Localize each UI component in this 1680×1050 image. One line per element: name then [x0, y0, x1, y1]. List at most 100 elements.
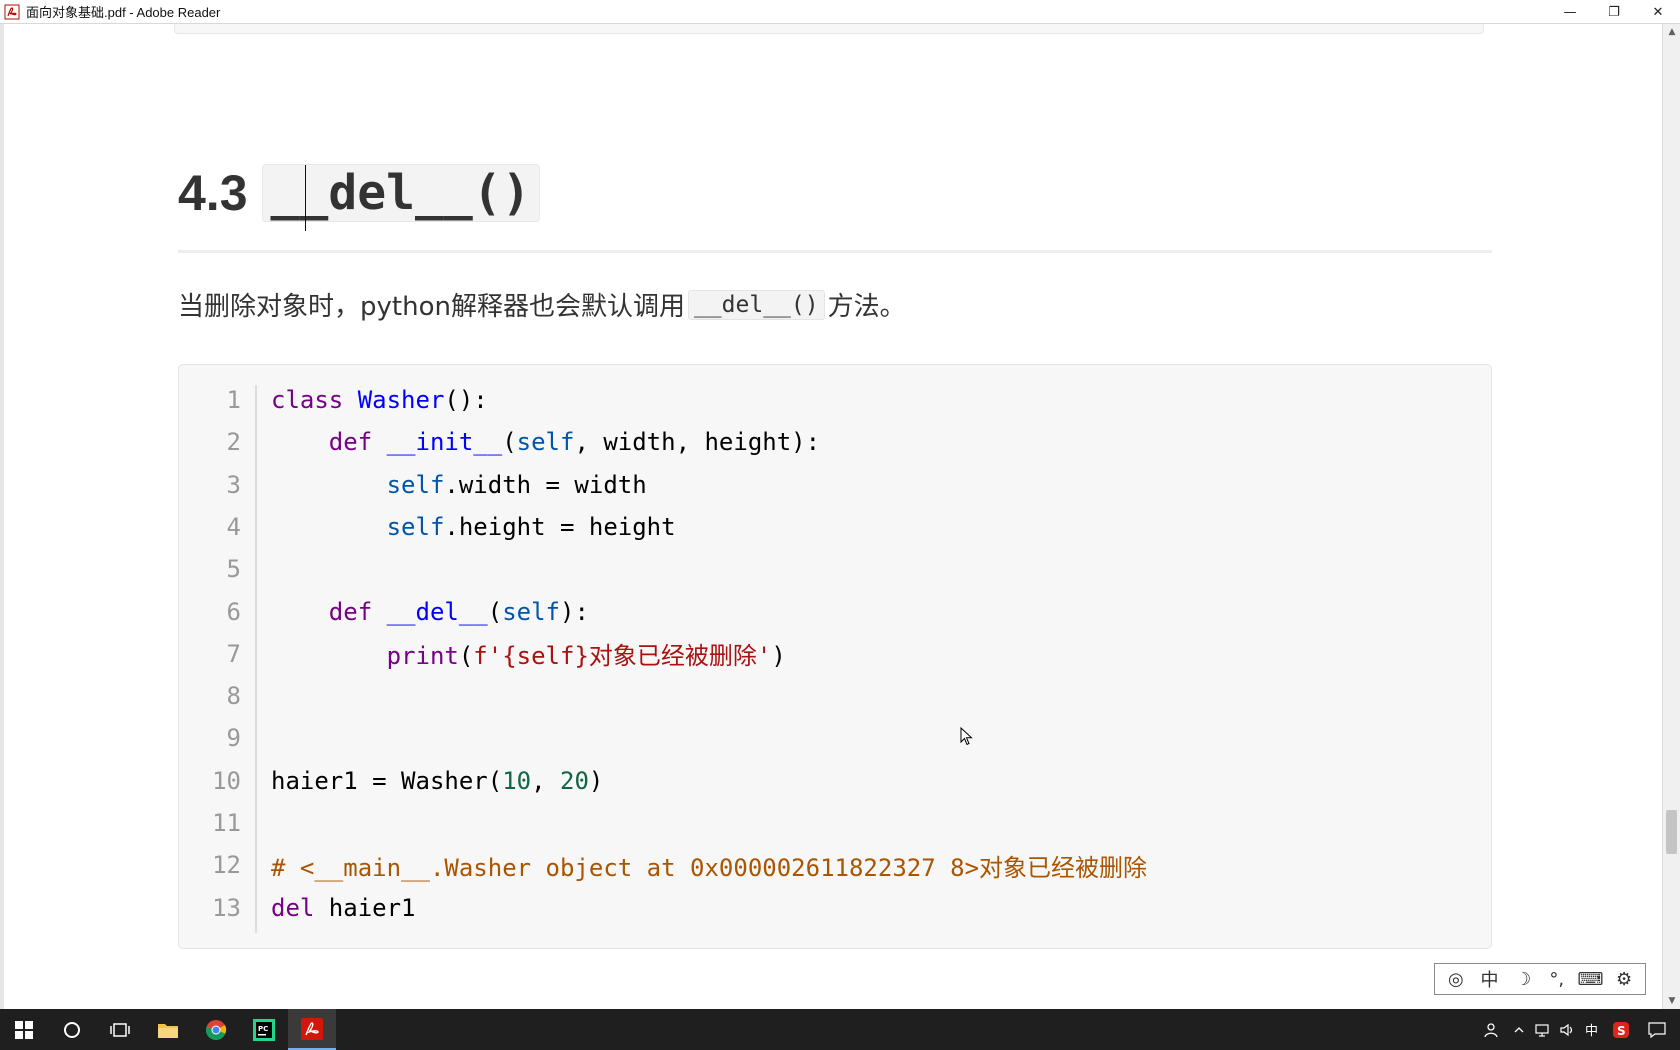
code-token: haier1 [328, 893, 416, 922]
ime-toolbar[interactable]: ◎ 中 ☽ °, ⌨ ⚙ [1434, 963, 1646, 995]
paragraph-text-before: 当删除对象时，python解释器也会默认调用 [178, 292, 685, 322]
line-number: 12 [212, 851, 241, 880]
people-icon[interactable] [1483, 1022, 1499, 1038]
minimize-button[interactable]: — [1548, 0, 1592, 24]
code-token: .height = height [444, 512, 676, 541]
taskbar-adobe-reader[interactable] [288, 1009, 336, 1050]
code-token: Washer [357, 386, 445, 414]
document-viewport[interactable]: 4.3 __del__() 当删除对象时，python解释器也会默认调用 __d… [0, 24, 1662, 1009]
code-token: ( [487, 597, 503, 626]
title-bar: 面向对象基础.pdf - Adobe Reader — ❐ ✕ [0, 0, 1680, 24]
ime-settings-icon[interactable]: ⚙ [1611, 969, 1637, 990]
code-line: 12 # <__main__.Washer object at 0x0000026… [179, 844, 1147, 886]
start-button[interactable] [0, 1009, 48, 1050]
code-token: del [271, 893, 329, 922]
heading-divider [178, 250, 1492, 253]
code-line: 11 [179, 802, 271, 844]
code-line: 13 del haier1 [179, 887, 416, 929]
code-text: # <__main__.Washer object at 0x000002611… [271, 848, 1147, 883]
code-token: __init__ [386, 428, 503, 457]
scrollbar-thumb[interactable] [1666, 810, 1677, 854]
sogou-icon[interactable]: S [1612, 1021, 1630, 1039]
section-number: 4.3 [178, 165, 248, 221]
taskbar-pycharm[interactable]: PC [240, 1009, 288, 1050]
code-token: ( [458, 642, 474, 671]
code-text: print(f'{self}对象已经被删除') [271, 636, 786, 671]
ime-moon-icon[interactable]: ☽ [1510, 969, 1536, 990]
volume-icon[interactable] [1559, 1023, 1575, 1037]
line-number: 1 [226, 386, 241, 414]
folder-icon [158, 1023, 178, 1038]
system-tray: 中 S [1475, 1009, 1680, 1050]
code-token: print [386, 642, 459, 671]
line-number: 5 [226, 555, 241, 584]
ime-logo-icon[interactable]: ◎ [1443, 969, 1469, 990]
line-number: 8 [226, 682, 241, 711]
code-token: 20 [560, 766, 589, 795]
scroll-up-icon[interactable]: ▲ [1663, 24, 1680, 40]
task-view-button[interactable] [96, 1009, 144, 1050]
code-line: 5 [179, 548, 271, 590]
code-text: del haier1 [271, 894, 416, 922]
code-block: 1 class Washer(): 2 def __init__(self, wid… [178, 364, 1492, 949]
ime-punctuation-icon[interactable]: °, [1544, 969, 1570, 990]
adobe-reader-icon [4, 4, 20, 19]
taskbar-chrome[interactable] [192, 1009, 240, 1050]
tray-ime-indicator[interactable]: 中 [1585, 1020, 1598, 1039]
code-token: ): [560, 597, 589, 626]
paragraph-text-after: 方法。 [827, 292, 906, 322]
window-title: 面向对象基础.pdf - Adobe Reader [26, 5, 221, 20]
code-line: 6 def __del__(self): [179, 591, 589, 633]
code-line: 9 [179, 717, 271, 759]
task-view-icon [110, 1022, 130, 1037]
close-button[interactable]: ✕ [1636, 0, 1680, 24]
scroll-down-icon[interactable]: ▼ [1663, 993, 1680, 1009]
ime-keyboard-icon[interactable]: ⌨ [1577, 969, 1603, 990]
taskbar-file-explorer[interactable] [144, 1009, 192, 1050]
code-token: haier1 = Washer( [271, 766, 503, 795]
section-code: __del__() [261, 164, 540, 222]
mouse-pointer-icon [960, 727, 973, 746]
line-number: 10 [212, 766, 241, 795]
chrome-icon [205, 1019, 227, 1040]
code-text: self.height = height [271, 513, 676, 541]
ime-chinese-mode[interactable]: 中 [1476, 966, 1502, 992]
line-number: 13 [212, 893, 241, 922]
code-token: def [328, 597, 387, 626]
code-token: self [386, 512, 445, 541]
code-text: def __del__(self): [271, 598, 589, 626]
code-token: class [271, 386, 358, 414]
code-line: 8 [179, 675, 271, 717]
code-token: self [386, 470, 445, 499]
notification-icon[interactable] [1648, 1021, 1666, 1038]
vertical-scrollbar[interactable]: ▲ ▼ [1662, 24, 1680, 1009]
description-paragraph: 当删除对象时，python解释器也会默认调用 __del__() 方法。 [178, 286, 906, 323]
code-line: 7 print(f'{self}对象已经被删除') [179, 633, 786, 675]
windows-icon [15, 1020, 33, 1039]
code-line: 10 haier1 = Washer(10, 20) [179, 760, 603, 802]
previous-code-block [174, 24, 1484, 34]
search-button[interactable] [48, 1009, 96, 1050]
code-token: , [531, 766, 560, 795]
line-number: 3 [226, 470, 241, 499]
code-text: haier1 = Washer(10, 20) [271, 767, 603, 795]
restore-button[interactable]: ❐ [1592, 0, 1636, 24]
line-number: 4 [226, 512, 241, 541]
chevron-up-icon[interactable] [1513, 1024, 1525, 1036]
code-token: self [502, 597, 560, 626]
code-token: (): [444, 386, 488, 414]
line-number: 2 [226, 428, 241, 457]
code-token: .width = width [444, 470, 647, 499]
network-icon[interactable] [1535, 1023, 1551, 1037]
code-token: __del__ [386, 597, 488, 626]
code-line: 4 self.height = height [179, 506, 676, 548]
section-heading: 4.3 __del__() [178, 164, 540, 222]
line-number: 7 [226, 639, 241, 668]
line-number: 9 [226, 724, 241, 753]
pycharm-icon: PC [253, 1018, 275, 1041]
cortana-icon [64, 1021, 80, 1038]
